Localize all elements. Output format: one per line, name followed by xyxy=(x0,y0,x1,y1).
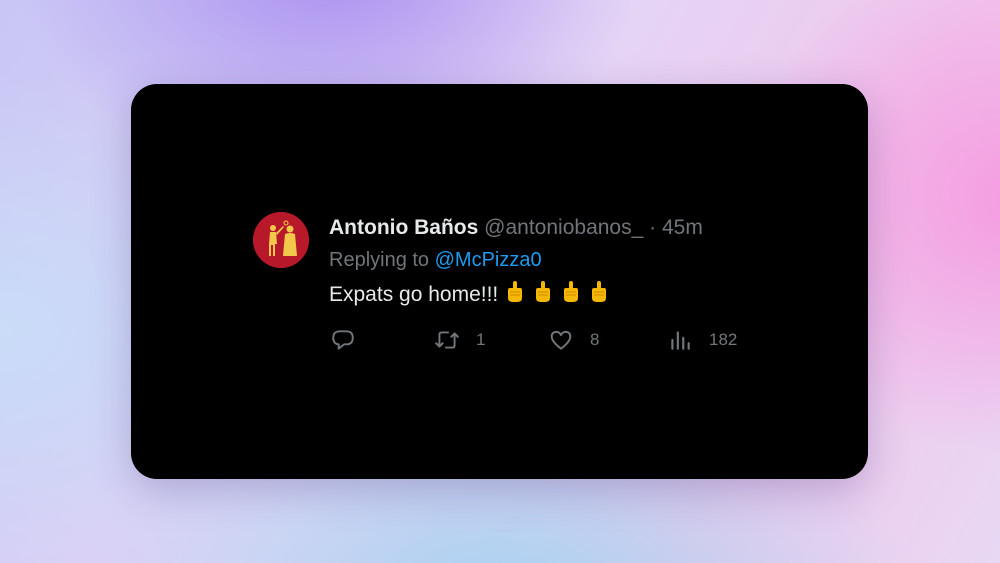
middle-finger-emoji-icon xyxy=(588,280,610,304)
avatar[interactable] xyxy=(253,212,309,268)
retweet-icon xyxy=(434,327,460,353)
views-icon xyxy=(667,327,693,353)
replying-prefix: Replying to xyxy=(329,249,430,271)
tweet-header: Antonio Baños @antoniobanos_ · 45m xyxy=(329,214,703,242)
tweet-actions: 1 8 182 xyxy=(131,327,868,355)
avatar-figures-icon xyxy=(253,212,309,268)
middle-finger-emoji-icon xyxy=(504,280,526,304)
author-handle[interactable]: @antoniobanos_ xyxy=(484,216,643,239)
reply-icon xyxy=(330,327,356,353)
retweet-button[interactable]: 1 xyxy=(434,327,485,353)
like-button[interactable]: 8 xyxy=(548,327,599,353)
tweet-text: Expats go home!!! xyxy=(329,280,610,309)
heart-icon xyxy=(548,327,574,353)
views-count: 182 xyxy=(709,330,738,349)
views-button[interactable]: 182 xyxy=(667,327,737,353)
retweet-count: 1 xyxy=(476,330,486,349)
reply-button[interactable] xyxy=(330,327,356,353)
tweet-card: Antonio Baños @antoniobanos_ · 45m Reply… xyxy=(131,84,868,479)
replying-to-line: Replying to @McPizza0 xyxy=(329,246,542,274)
separator-dot: · xyxy=(649,216,657,239)
middle-finger-emoji-icon xyxy=(532,280,554,304)
like-count: 8 xyxy=(590,330,600,349)
tweet-text-content: Expats go home!!! xyxy=(329,283,499,306)
timestamp[interactable]: 45m xyxy=(662,216,703,239)
middle-finger-emoji-icon xyxy=(560,280,582,304)
author-name[interactable]: Antonio Baños xyxy=(329,216,478,239)
replying-to-link[interactable]: @McPizza0 xyxy=(435,249,542,271)
